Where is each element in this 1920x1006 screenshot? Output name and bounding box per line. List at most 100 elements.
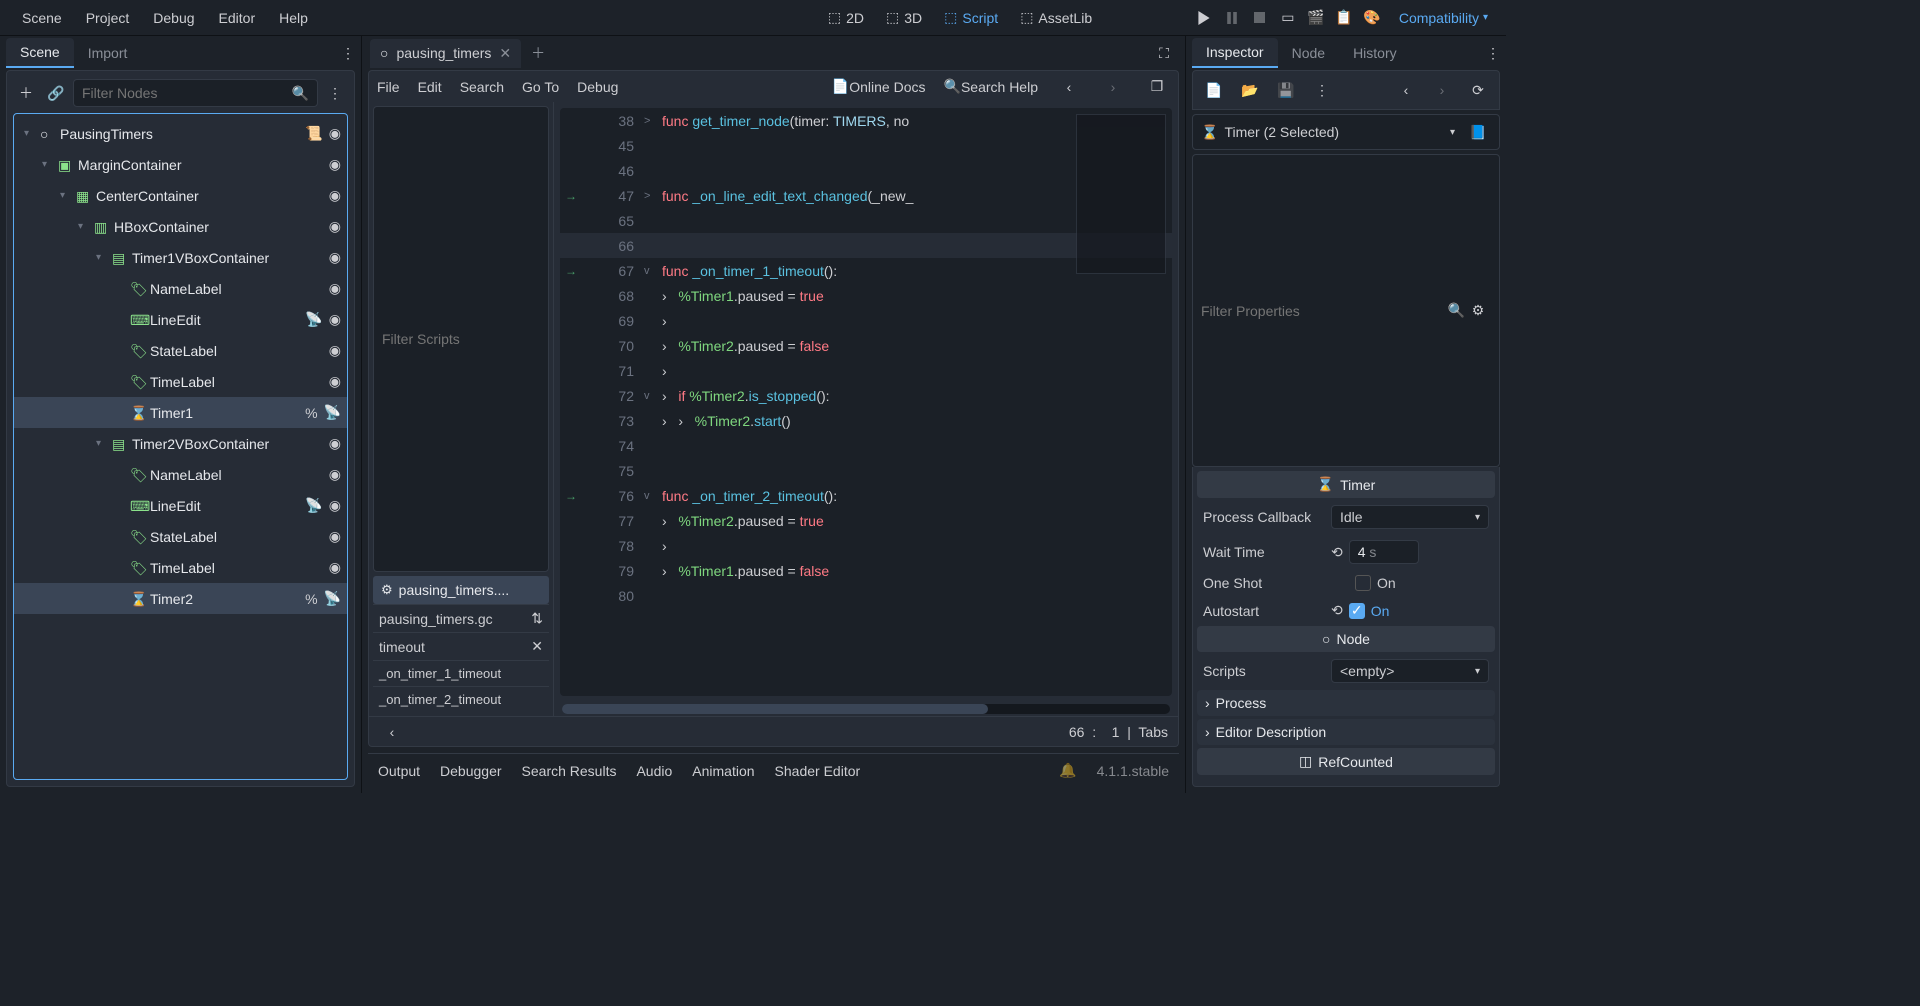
scene-menu-icon[interactable]: ⋮ — [322, 80, 348, 106]
notification-icon[interactable]: 🔔 — [1059, 762, 1076, 779]
tree-node[interactable]: ▾▣MarginContainer◉ — [14, 149, 347, 180]
script-menu-debug[interactable]: Debug — [577, 79, 618, 95]
signal-icon[interactable]: 📡 — [305, 311, 322, 328]
dock-menu-icon[interactable]: ⋮ — [335, 40, 361, 66]
signal-icon[interactable]: 📡 — [305, 497, 322, 514]
eye-icon[interactable]: ◉ — [329, 342, 341, 359]
pause-icon[interactable] — [1223, 9, 1241, 27]
status-back-icon[interactable]: ‹ — [379, 719, 405, 745]
tree-node[interactable]: ⌛Timer2%📡 — [14, 583, 347, 614]
bottom-tab-output[interactable]: Output — [378, 763, 420, 779]
eye-icon[interactable]: ◉ — [329, 280, 341, 297]
view-3d[interactable]: ⬚ 3D — [878, 5, 930, 30]
code-line[interactable]: →76vfunc _on_timer_2_timeout(): — [560, 483, 1172, 508]
search-help-link[interactable]: 🔍 Search Help — [944, 78, 1038, 95]
eye-icon[interactable]: ◉ — [329, 187, 341, 204]
tree-node[interactable]: 🏷NameLabel◉ — [14, 273, 347, 304]
fold-process[interactable]: › Process — [1197, 690, 1495, 716]
renderer-dropdown[interactable]: Compatibility ▾ — [1391, 6, 1496, 30]
script-menu-edit[interactable]: Edit — [418, 79, 442, 95]
palette-icon[interactable]: 🎨 — [1363, 9, 1381, 27]
bottom-tab-audio[interactable]: Audio — [636, 763, 672, 779]
menu-debug[interactable]: Debug — [141, 5, 206, 31]
add-tab-icon[interactable]: ＋ — [525, 40, 551, 66]
scene-tree[interactable]: ▾○PausingTimers📜◉▾▣MarginContainer◉▾▦Cen… — [13, 113, 348, 780]
filter-properties-input[interactable]: 🔍 ⚙ — [1192, 154, 1500, 467]
minimap[interactable] — [1076, 114, 1166, 274]
method-link[interactable]: _on_timer_1_timeout — [373, 660, 549, 686]
filter-scripts-input[interactable]: 🔍 — [373, 106, 549, 572]
refresh-icon[interactable]: ⟳ — [1465, 77, 1491, 103]
history-back-icon[interactable]: ‹ — [1393, 77, 1419, 103]
script-menu-go-to[interactable]: Go To — [522, 79, 559, 95]
code-line[interactable]: 79› %Timer1.paused = false — [560, 558, 1172, 583]
eye-icon[interactable]: ◉ — [329, 218, 341, 235]
script-tab[interactable]: ○ pausing_timers ✕ — [370, 39, 521, 68]
eye-icon[interactable]: ◉ — [329, 466, 341, 483]
signal-icon[interactable]: 📡 — [324, 404, 341, 421]
eye-icon[interactable]: ◉ — [329, 528, 341, 545]
link-icon[interactable]: 🔗 — [43, 80, 69, 106]
open-icon[interactable]: 📂 — [1237, 77, 1263, 103]
script-menu-file[interactable]: File — [377, 79, 400, 95]
code-line[interactable]: 78› — [560, 533, 1172, 558]
eye-icon[interactable]: ◉ — [329, 311, 341, 328]
view-assetlib[interactable]: ⬚ AssetLib — [1012, 5, 1100, 30]
code-line[interactable]: 71› — [560, 358, 1172, 383]
history-fwd-icon[interactable]: › — [1429, 77, 1455, 103]
autostart-checkbox[interactable]: ✓ — [1349, 603, 1365, 619]
menu-help[interactable]: Help — [267, 5, 320, 31]
bottom-tab-shader-editor[interactable]: Shader Editor — [775, 763, 861, 779]
tree-node[interactable]: ▾▤Timer2VBoxContainer◉ — [14, 428, 347, 459]
method-link[interactable]: _on_timer_2_timeout — [373, 686, 549, 712]
menu-project[interactable]: Project — [74, 5, 142, 31]
script-dropdown[interactable]: <empty>▾ — [1331, 659, 1489, 683]
section-refcounted[interactable]: ◫ RefCounted — [1197, 748, 1495, 775]
signal-icon[interactable]: 📡 — [324, 590, 341, 607]
close-tab-icon[interactable]: ✕ — [499, 45, 511, 62]
movie-icon[interactable]: 🎬 — [1307, 9, 1325, 27]
bottom-tab-animation[interactable]: Animation — [692, 763, 754, 779]
tree-node[interactable]: ▾○PausingTimers📜◉ — [14, 118, 347, 149]
code-line[interactable]: 77› %Timer2.paused = true — [560, 508, 1172, 533]
bottom-tab-search-results[interactable]: Search Results — [522, 763, 617, 779]
tab-history[interactable]: History — [1339, 39, 1411, 67]
add-node-icon[interactable]: ＋ — [13, 80, 39, 106]
menu-scene[interactable]: Scene — [10, 5, 74, 31]
method-filter[interactable]: timeout✕ — [373, 632, 549, 660]
code-line[interactable]: 73› › %Timer2.start() — [560, 408, 1172, 433]
code-line[interactable]: 80 — [560, 583, 1172, 608]
tree-node[interactable]: ⌛Timer1%📡 — [14, 397, 347, 428]
h-scrollbar[interactable] — [562, 704, 1170, 714]
tree-node[interactable]: 🏷TimeLabel◉ — [14, 552, 347, 583]
eye-icon[interactable]: ◉ — [329, 156, 341, 173]
filter-nodes-input[interactable]: 🔍 — [73, 79, 318, 107]
tab-node[interactable]: Node — [1278, 39, 1339, 67]
windows-icon[interactable]: ❐ — [1144, 74, 1170, 100]
eye-icon[interactable]: ◉ — [329, 435, 341, 452]
new-resource-icon[interactable]: 📄 — [1201, 77, 1227, 103]
clapper-icon[interactable]: 📋 — [1335, 9, 1353, 27]
doc-icon[interactable]: 📘 — [1465, 119, 1491, 145]
settings-icon[interactable]: ⚙ — [1465, 298, 1491, 324]
run-remote-icon[interactable]: ▭ — [1279, 9, 1297, 27]
nav-back-icon[interactable]: ‹ — [1056, 74, 1082, 100]
view-script[interactable]: ⬚ Script — [936, 5, 1006, 30]
tree-node[interactable]: ▾▦CenterContainer◉ — [14, 180, 347, 211]
fullscreen-icon[interactable]: ⛶ — [1151, 40, 1177, 66]
bottom-tab-debugger[interactable]: Debugger — [440, 763, 502, 779]
eye-icon[interactable]: ◉ — [329, 373, 341, 390]
section-timer[interactable]: ⌛ Timer — [1197, 471, 1495, 498]
code-line[interactable]: 72v› if %Timer2.is_stopped(): — [560, 383, 1172, 408]
view-2d[interactable]: ⬚ 2D — [820, 5, 872, 30]
eye-icon[interactable]: ◉ — [329, 249, 341, 266]
process-callback-dropdown[interactable]: Idle▾ — [1331, 505, 1489, 529]
object-selector[interactable]: ⌛ Timer (2 Selected) ▾ 📘 — [1192, 114, 1500, 150]
eye-icon[interactable]: ◉ — [329, 559, 341, 576]
save-icon[interactable]: 💾 — [1273, 77, 1299, 103]
script-list-item[interactable]: ⚙ pausing_timers.... — [373, 576, 549, 604]
clear-icon[interactable]: ✕ — [531, 638, 543, 655]
code-line[interactable]: 70› %Timer2.paused = false — [560, 333, 1172, 358]
tree-node[interactable]: ▾▤Timer1VBoxContainer◉ — [14, 242, 347, 273]
eye-icon[interactable]: ◉ — [329, 497, 341, 514]
